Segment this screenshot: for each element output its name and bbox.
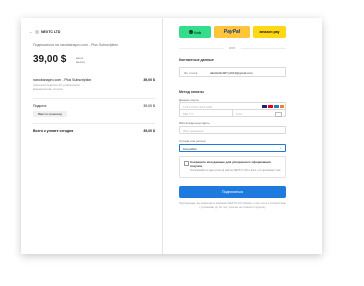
country-select[interactable]: Колумбия ⌄ xyxy=(179,144,286,152)
price-amount: 39,00 $ xyxy=(33,54,67,65)
amazon-pay-label: amazon pay xyxy=(259,30,280,34)
email-field[interactable]: Эл. почта tabdisthi1907.j2013@gmail.com xyxy=(179,67,286,77)
email-value: tabdisthi1907.j2013@gmail.com xyxy=(210,70,253,75)
total-label: Всего к уплате сегодня xyxy=(33,129,74,133)
card-number-placeholder: 1234 1234 1234 1234 xyxy=(183,104,213,109)
visa-icon xyxy=(262,104,267,108)
link-pay-button[interactable]: › link xyxy=(179,26,211,38)
save-info-title: Сохраните мои данные для ускоренного офо… xyxy=(190,160,271,168)
payment-section-title: Метод оплаты xyxy=(179,90,204,94)
footer-terms: Подтверждая, вы разрешаете компании NEXT… xyxy=(179,202,286,209)
link-label: link xyxy=(194,29,202,35)
cardholder-name-input[interactable]: Имя, фамилия xyxy=(179,126,286,134)
order-summary-panel: ← NEXTC LTD Подписаться на nanobanapro.c… xyxy=(21,18,162,254)
chevron-down-icon: ⌄ xyxy=(279,146,282,150)
summary-divider xyxy=(33,98,155,99)
or-label: ИЛИ xyxy=(229,46,236,50)
price-period: раз в месяц xyxy=(76,56,85,64)
amex-icon xyxy=(274,104,279,108)
contact-section-title: Контактные данные xyxy=(179,58,214,62)
subtotal-value: 39,00 $ xyxy=(143,104,155,108)
expiry-placeholder: ММ / ГГ xyxy=(183,111,194,116)
cardholder-label: Имя владельца карты xyxy=(179,121,210,125)
line-item-name: nanobanapro.com - Plus Subscription xyxy=(33,78,92,82)
cvc-card-icon xyxy=(275,111,282,117)
promo-code-button[interactable]: Ввести промокод xyxy=(33,111,67,117)
mastercard-icon xyxy=(268,104,273,108)
total-divider xyxy=(33,123,155,124)
expiry-input[interactable]: ММ / ГГ xyxy=(179,109,233,117)
total-value: 39,00 $ xyxy=(143,129,155,133)
country-value: Колумбия xyxy=(183,146,197,151)
line-item-note: Ежемесячная оплата xyxy=(33,87,63,91)
country-label: Страна или регион xyxy=(179,139,206,143)
discover-icon xyxy=(280,104,284,108)
email-label: Эл. почта xyxy=(184,70,198,75)
cvc-input[interactable]: CVC xyxy=(232,109,286,117)
subscribe-text: Подписаться на nanobanapro.com - Plus Su… xyxy=(33,43,119,47)
amazon-pay-button[interactable]: amazon pay xyxy=(253,26,286,38)
back-arrow-icon[interactable]: ← xyxy=(29,29,33,34)
subtotal-label: Подытог xyxy=(33,104,47,108)
merchant-name: NEXTC LTD xyxy=(41,30,61,34)
cardholder-placeholder: Имя, фамилия xyxy=(183,128,204,133)
save-info-checkbox[interactable] xyxy=(184,161,189,166)
subscribe-button[interactable]: Подписаться xyxy=(179,186,286,198)
paypal-button[interactable]: PayPal xyxy=(214,26,250,38)
or-divider-right xyxy=(241,48,286,49)
or-divider-left xyxy=(179,48,224,49)
arrow-icon: › xyxy=(188,30,193,34)
line-item-price: 39,00 $ xyxy=(143,78,155,82)
payment-panel: › link PayPal amazon pay ИЛИ Контактные … xyxy=(163,18,322,254)
subscribe-button-label: Подписаться xyxy=(222,190,243,194)
save-info-box: Сохраните мои данные для ускоренного офо… xyxy=(179,156,286,178)
paypal-label: PayPal xyxy=(223,29,241,35)
save-info-desc: Оплачивайте в один клик на сайтах NEXTC … xyxy=(190,169,282,172)
checkout-window: ← NEXTC LTD Подписаться на nanobanapro.c… xyxy=(21,18,322,254)
cvc-placeholder: CVC xyxy=(236,111,243,116)
merchant-logo xyxy=(35,30,39,34)
